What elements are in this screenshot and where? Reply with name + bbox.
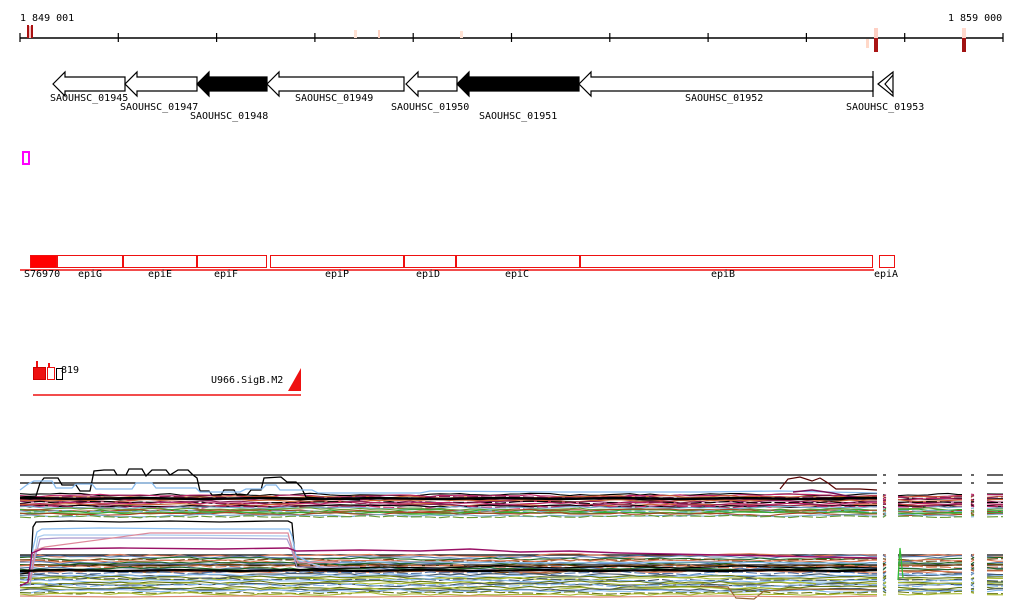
coverage-line bbox=[970, 591, 975, 594]
coverage-line bbox=[986, 582, 1003, 585]
coverage-line bbox=[19, 568, 878, 573]
gene-label: SAOUHSC_01953 bbox=[846, 102, 925, 113]
coverage-line bbox=[882, 570, 887, 573]
coverage-line bbox=[986, 562, 1003, 565]
epi-segment-epiA[interactable] bbox=[879, 255, 895, 268]
sigb-flag-icon[interactable] bbox=[288, 368, 301, 391]
coverage-line bbox=[897, 590, 962, 594]
coverage-line bbox=[897, 593, 962, 596]
coverage-line bbox=[19, 496, 877, 501]
coverage-line bbox=[986, 585, 1003, 587]
epi-segment-label: epiF bbox=[214, 269, 239, 280]
coverage-line bbox=[986, 574, 1003, 577]
coverage-line bbox=[986, 583, 1003, 586]
gene-label: SAOUHSC_01950 bbox=[391, 102, 470, 113]
coverage-line bbox=[970, 559, 975, 563]
ruler-variant-mark bbox=[29, 26, 31, 38]
epi-segment-epiF[interactable] bbox=[197, 255, 267, 268]
epi-segment-label: epiB bbox=[711, 269, 736, 280]
ruler-variant-mark bbox=[378, 30, 380, 38]
ruler-variant-mark bbox=[866, 39, 869, 48]
genome-browser: 1 849 001 1 859 000 SAOUHSC_01945 SAOUHSC… bbox=[0, 0, 1024, 611]
epi-segment-S76970[interactable] bbox=[30, 255, 57, 268]
ruler-variant-mark bbox=[354, 30, 357, 38]
coverage-line bbox=[986, 513, 1003, 516]
ruler-variant-mark bbox=[962, 28, 966, 38]
coverage-line bbox=[882, 558, 887, 560]
epi-segment-label: epiG bbox=[78, 269, 103, 280]
ruler-variant-mark bbox=[874, 38, 878, 52]
epi-segment-label: epiD bbox=[416, 269, 441, 280]
coverage-line bbox=[970, 587, 975, 590]
gene-label: SAOUHSC_01947 bbox=[120, 102, 199, 113]
sigb-position-label: 819 bbox=[61, 365, 80, 376]
coverage-line bbox=[882, 509, 887, 512]
gene-arrow[interactable] bbox=[196, 70, 268, 98]
epi-segment-label: S76970 bbox=[24, 269, 61, 280]
coverage-line bbox=[897, 568, 962, 571]
coverage-line bbox=[882, 501, 887, 504]
ruler-variant-mark bbox=[27, 25, 29, 38]
sigb-box-0[interactable] bbox=[33, 367, 46, 380]
coverage-line bbox=[986, 559, 1003, 562]
sigb-track-label: U966.SigB.M2 bbox=[211, 375, 284, 386]
ruler-start-coordinate: 1 849 001 bbox=[20, 13, 75, 24]
coverage-line bbox=[986, 588, 1003, 591]
coverage-line bbox=[986, 508, 1003, 511]
epi-segment-label: epiP bbox=[325, 269, 350, 280]
coverage-line bbox=[897, 576, 962, 579]
ruler-variant-mark bbox=[962, 38, 966, 52]
gene-arrow[interactable] bbox=[124, 70, 198, 98]
coverage-line bbox=[986, 500, 1003, 503]
epi-segment-epiP[interactable] bbox=[270, 255, 404, 268]
coverage-line bbox=[882, 512, 887, 514]
gene-label: SAOUHSC_01948 bbox=[190, 111, 269, 122]
epi-segment-label: epiA bbox=[874, 269, 899, 280]
coverage-line bbox=[897, 492, 962, 497]
ruler-variant-mark bbox=[31, 25, 33, 38]
coverage-line bbox=[19, 595, 878, 598]
coverage-line bbox=[986, 579, 1003, 582]
gene-label: SAOUHSC_01951 bbox=[479, 111, 558, 122]
epi-segment-epiG[interactable] bbox=[57, 255, 123, 268]
epi-segment-epiB[interactable] bbox=[580, 255, 873, 268]
epi-segment-label: epiC bbox=[505, 269, 530, 280]
sigb-box-1[interactable] bbox=[47, 367, 55, 380]
gene-arrow[interactable] bbox=[405, 70, 458, 98]
gene-label: SAOUHSC_01949 bbox=[295, 93, 374, 104]
coverage-line bbox=[986, 558, 1003, 560]
epi-segment-label: epiE bbox=[148, 269, 173, 280]
coverage-line bbox=[986, 589, 1003, 593]
genome-browser-canvas bbox=[19, 25, 1004, 600]
gene-arrow[interactable] bbox=[456, 70, 580, 98]
gene-label: SAOUHSC_01945 bbox=[50, 93, 129, 104]
gene-label: SAOUHSC_01952 bbox=[685, 93, 764, 104]
cassette-marker[interactable] bbox=[22, 151, 30, 165]
epi-segment-epiE[interactable] bbox=[123, 255, 197, 268]
coverage-line bbox=[882, 560, 887, 563]
ruler-variant-mark bbox=[874, 28, 878, 38]
ruler-end-coordinate: 1 859 000 bbox=[948, 13, 1003, 24]
epi-segment-epiC[interactable] bbox=[456, 255, 580, 268]
epi-segment-epiD[interactable] bbox=[404, 255, 456, 268]
ruler-variant-mark bbox=[460, 31, 463, 38]
